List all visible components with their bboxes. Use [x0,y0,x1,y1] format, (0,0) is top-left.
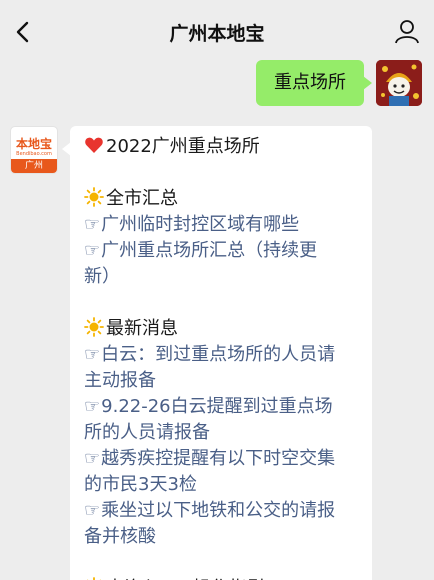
incoming-message-bubble: 2022广州重点场所 全市汇总 ☞广州临时封控区域有哪些 ☞广州重点场所汇总（持续更… [62,126,372,580]
message-link[interactable]: ☞广州重点场所汇总（持续更 新） [84,238,360,290]
chat-title: 广州本地宝 [169,23,265,45]
message-link-line: 的市民3天3检 [84,472,360,498]
avatar-city-band: 广州 [11,159,57,173]
section-heading-text: 全市汇总 [106,188,178,209]
message-sections: 全市汇总 ☞广州临时封控区域有哪些 ☞广州重点场所汇总（持续更 新） 最新消息 ☞白云：到… [84,160,360,580]
outgoing-message-bubble[interactable]: 重点场所 [256,60,372,106]
my-avatar[interactable] [376,60,422,106]
message-link-line: ☞广州临时封控区域有哪些 [84,212,360,238]
user-icon[interactable] [394,18,420,44]
message-link-text: 新） [84,266,120,287]
sun-icon [84,187,104,207]
message-link-line: ☞越秀疾控提醒有以下时空交集 [84,446,360,472]
pointing-hand-icon: ☞ [84,240,101,261]
pointing-hand-icon: ☞ [84,396,101,417]
message-link-text: 广州重点场所汇总（持续更 [101,240,318,261]
message-link-text: 乘坐过以下地铁和公交的请报 [101,500,336,521]
avatar-logo-text: 本地宝 [15,137,52,151]
message-link-text: 所的人员请报备 [84,422,210,443]
message-link-line: 所的人员请报备 [84,420,360,446]
message-link-text: 广州临时封控区域有哪些 [101,214,300,235]
outgoing-message-row: 重点场所 [0,60,434,110]
bendibao-avatar[interactable]: 本地宝 Bendibao.com 广州 [10,126,58,174]
message-link-text: 主动报备 [84,370,156,391]
section-heading: 最新消息 [84,316,360,342]
message-link[interactable]: ☞9.22-26白云提醒到过重点场 所的人员请报备 [84,394,360,446]
message-link-text: 9.22-26白云提醒到过重点场 [101,396,333,417]
message-link-line: ☞9.22-26白云提醒到过重点场 [84,394,360,420]
message-link-text: 的市民3天3检 [84,474,197,495]
message-link-line: ☞广州重点场所汇总（持续更 [84,238,360,264]
message-link-line: ☞乘坐过以下地铁和公交的请报 [84,498,360,524]
message-link-text: 越秀疾控提醒有以下时空交集 [101,448,336,469]
pointing-hand-icon: ☞ [84,500,101,521]
top-nav: 广州本地宝 [0,0,434,64]
sun-icon [84,317,104,337]
avatar-logo-sub: Bendibao.com [16,151,52,157]
message-title-line: 2022广州重点场所 [84,134,360,160]
heart-icon [85,137,103,153]
message-link-line: 主动报备 [84,368,360,394]
message-link-line: 备并核酸 [84,524,360,550]
avatar-picture [376,60,422,106]
pointing-hand-icon: ☞ [84,344,101,365]
message-link[interactable]: ☞白云：到过重点场所的人员请 主动报备 [84,342,360,394]
message-link[interactable]: ☞广州临时封控区域有哪些 [84,212,360,238]
message-link-line: 新） [84,264,360,290]
message-link[interactable]: ☞越秀疾控提醒有以下时空交集 的市民3天3检 [84,446,360,498]
pointing-hand-icon: ☞ [84,448,101,469]
pointing-hand-icon: ☞ [84,214,101,235]
message-link-line: ☞白云：到过重点场所的人员请 [84,342,360,368]
message-link[interactable]: ☞乘坐过以下地铁和公交的请报 备并核酸 [84,498,360,550]
message-link-text: 备并核酸 [84,526,156,547]
section-heading[interactable]: 查询入口+操作指引 [84,576,360,580]
section-heading-text: 最新消息 [106,318,178,339]
section-heading: 全市汇总 [84,186,360,212]
message-link-text: 白云：到过重点场所的人员请 [101,344,336,365]
message-title: 2022广州重点场所 [106,136,260,157]
